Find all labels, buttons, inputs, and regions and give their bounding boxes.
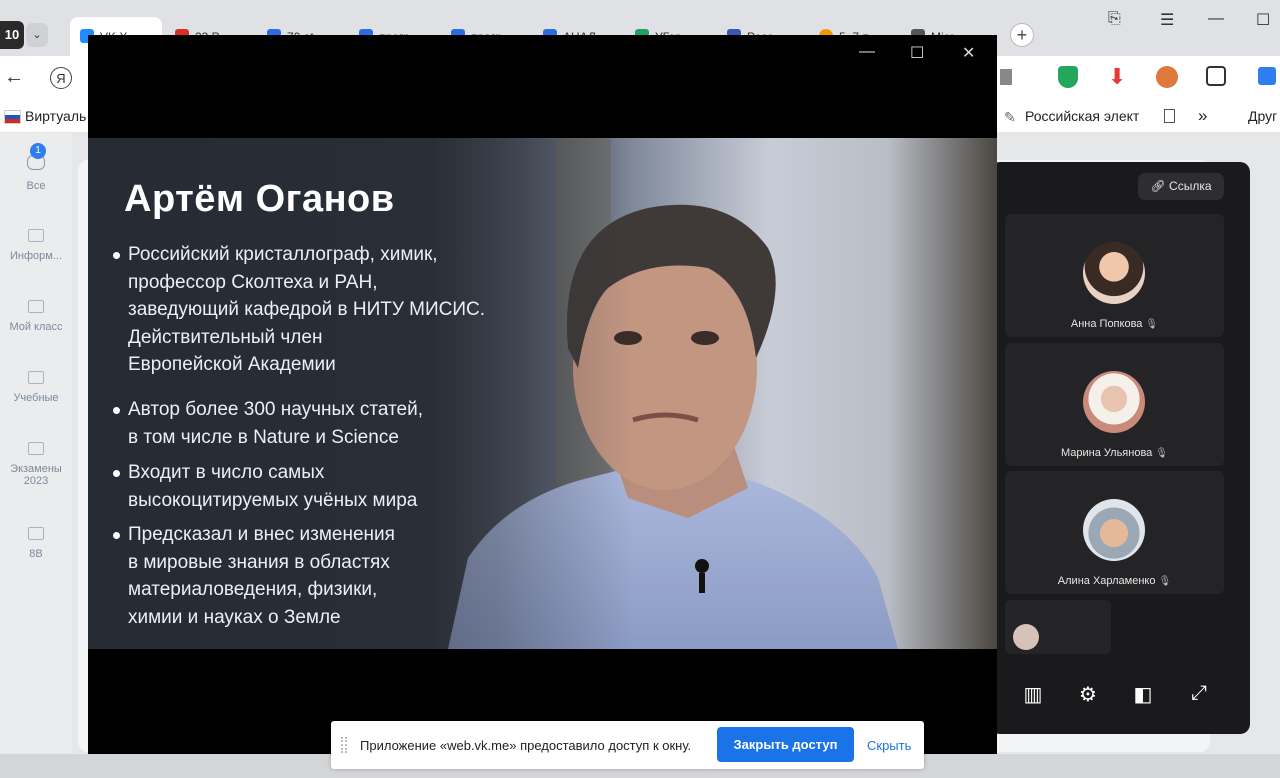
folder-icon [28, 229, 44, 242]
participant-name: Анна Попкова 🎙︎ [1070, 318, 1159, 330]
menu-icon[interactable]: ☰ [1160, 10, 1174, 30]
translate-extension-icon[interactable] [1206, 66, 1226, 86]
hide-link[interactable]: Скрыть [867, 738, 911, 753]
russia-flag-icon [4, 110, 21, 124]
slide-title: Артём Оганов [124, 178, 395, 220]
link-icon: 🔗︎ [1150, 179, 1166, 193]
slide-bullet: Автор более 300 научных статей, в том чис… [112, 396, 423, 451]
bookmark-russian-library[interactable]: Российская элект [1025, 108, 1139, 124]
mic-off-icon: 🎙︎ [1155, 448, 1168, 459]
participant-name: Марина Ульянова 🎙︎ [1060, 447, 1168, 459]
tab-counter[interactable]: 10 [0, 21, 24, 49]
other-bookmarks-folder[interactable]: Друг [1248, 108, 1277, 124]
sidebar-item-8v[interactable]: 8В [0, 527, 72, 560]
avatar [1083, 499, 1145, 561]
window-maximize-icon[interactable]: ☐ [910, 43, 924, 63]
folder-icon [28, 442, 44, 455]
sidebar-item-label: Информ... [10, 250, 62, 262]
participant-tile-partial[interactable] [1005, 600, 1111, 654]
sidebar-item-label: Мой класс [9, 321, 63, 333]
participant-tile[interactable]: Марина Ульянова 🎙︎ [1005, 343, 1224, 466]
sidebar-item-exams[interactable]: Экзамены 2023 [3, 442, 69, 487]
sidebar-item-all[interactable]: Все [0, 155, 72, 192]
layout-grid-icon[interactable]: ▥ [1021, 682, 1045, 707]
tab-list-chevron-icon[interactable]: ⌄ [26, 23, 48, 47]
folder-icon [28, 300, 44, 313]
more-bookmarks-button[interactable]: » [1198, 106, 1207, 126]
avatar [1083, 371, 1145, 433]
share-message: Приложение «web.vk.me» предоставило дост… [360, 738, 692, 753]
unread-badge: 1 [30, 143, 46, 159]
bookmark-icon[interactable] [1000, 69, 1012, 85]
slide-bullet: Предсказал и внес изменения в мировые зна… [113, 521, 395, 631]
folder-sidebar: Все Информ... Мой класс Учебные Экзамены… [0, 133, 72, 753]
sidebar-item-info[interactable]: Информ... [0, 229, 72, 262]
participant-name: Алина Харламенко 🎙︎ [1057, 575, 1172, 587]
pip-window-icon[interactable]: ◧ [1131, 682, 1155, 707]
sidebar-item-label: Учебные [13, 392, 59, 404]
copy-link-button[interactable]: 🔗︎ Ссылка [1138, 173, 1224, 200]
sidebar-item-label: 8В [29, 548, 43, 560]
bookmarks-panel-icon[interactable]: ⎘ [1108, 10, 1121, 28]
folder-icon [28, 527, 44, 540]
shield-extension-icon[interactable] [1058, 66, 1078, 88]
slide-bullet: Российский кристаллограф, химик, профессо… [112, 241, 485, 379]
new-tab-button[interactable]: + [1010, 23, 1034, 47]
bookmark-virtual[interactable]: Виртуаль [25, 108, 86, 124]
window-minimize-icon[interactable]: — [859, 43, 875, 61]
settings-gear-icon[interactable]: ⚙ [1076, 682, 1100, 707]
yandex-icon[interactable]: Я [50, 67, 72, 89]
sidebar-item-study[interactable]: Учебные [0, 371, 72, 404]
avatar [1083, 242, 1145, 304]
fullscreen-expand-icon[interactable]: ⤢ [1187, 682, 1211, 705]
avatar [1013, 624, 1039, 650]
maximize-icon[interactable]: ☐ [1256, 10, 1270, 30]
mic-off-icon: 🎙︎ [1158, 576, 1172, 587]
participant-tile[interactable]: Алина Харламенко 🎙︎ [1005, 471, 1224, 594]
sidebar-item-my-class[interactable]: Мой класс [0, 300, 72, 333]
bookmark-pen-icon: ✎ [1004, 109, 1016, 125]
document-icon[interactable] [1164, 109, 1175, 123]
folder-icon [28, 371, 44, 384]
back-arrow-icon[interactable]: ← [4, 66, 24, 89]
extension-icon[interactable] [1156, 66, 1178, 88]
minimize-icon[interactable]: — [1208, 10, 1224, 28]
sidebar-item-label: Все [26, 180, 46, 192]
window-close-icon[interactable]: ✕ [962, 43, 975, 63]
sidebar-item-label: Экзамены 2023 [10, 463, 62, 487]
download-extension-icon[interactable]: ⬇ [1108, 64, 1126, 90]
slide-bullet: Входит в число самых высокоцитируемых учё… [112, 459, 417, 514]
participant-tile[interactable]: Анна Попкова 🎙︎ [1005, 214, 1224, 337]
drag-handle-icon[interactable] [341, 737, 347, 753]
stop-sharing-button[interactable]: Закрыть доступ [717, 727, 854, 762]
link-label: Ссылка [1169, 179, 1212, 193]
screen-share-bar: Приложение «web.vk.me» предоставило дост… [331, 721, 924, 769]
account-extension-icon[interactable] [1258, 67, 1276, 85]
mic-off-icon: 🎙︎ [1145, 319, 1159, 330]
